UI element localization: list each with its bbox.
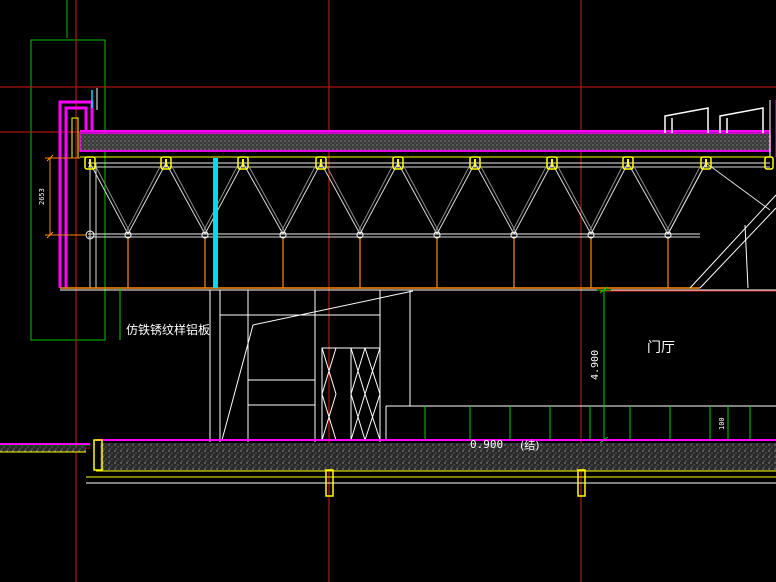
facade-elevation (209, 290, 776, 442)
parapet-post (71, 117, 79, 159)
truss-diagonal (436, 162, 476, 235)
roof-railings (664, 107, 764, 133)
truss-diagonal (282, 162, 322, 235)
truss-diagonal (397, 162, 438, 235)
truss-diagonal (124, 162, 163, 235)
truss-diagonal (631, 162, 672, 235)
truss-diagonal (356, 162, 395, 235)
truss-diagonal (242, 162, 284, 235)
room-name-label: 门厅 (647, 340, 675, 356)
floor-slab (100, 443, 776, 471)
truss-diagonal (433, 162, 472, 235)
truss-diagonal (555, 162, 595, 235)
truss-diagonal (551, 162, 592, 235)
truss-diagonal (513, 162, 553, 235)
elevation-suffix: (结) (520, 439, 540, 452)
truss-diagonal (474, 162, 515, 235)
right-slope-structure (689, 194, 776, 289)
truss-diagonal (279, 162, 318, 235)
truss-diagonal (664, 162, 703, 235)
base-dim-label: 100 (718, 417, 726, 430)
truss-diagonal (705, 162, 771, 211)
truss-diagonal (93, 162, 132, 235)
truss-diagonal (627, 162, 669, 235)
truss-diagonal (401, 162, 441, 235)
truss-diagonal (667, 162, 707, 235)
axis-lines (0, 0, 776, 582)
truss-diagonal (201, 162, 240, 235)
height-dim-label: 4.900 (590, 350, 601, 380)
truss-diagonal (169, 162, 209, 235)
truss-diagonal (204, 162, 244, 235)
truss-diagonal (590, 162, 629, 235)
cad-elevation-drawing: 2653 4.900 100 仿铁锈纹样铝板 门厅 0.900 (结) (0, 0, 776, 582)
truss-diagonal (324, 162, 364, 235)
outside-ground-hatch (0, 446, 86, 452)
roof-slab (79, 132, 771, 152)
truss-diagonal (478, 162, 518, 235)
truss-diagonal (359, 162, 399, 235)
elevation-label: 0.900 (470, 438, 503, 451)
space-truss (84, 156, 774, 288)
material-note: 仿铁锈纹样铝板 (126, 322, 210, 337)
truss-diagonal (246, 162, 287, 235)
truss-diagonal (320, 162, 361, 235)
truss-diagonal (165, 162, 206, 235)
glazing-mullions (424, 406, 751, 440)
truss-diagonal (510, 162, 549, 235)
truss-diagonal (127, 162, 167, 235)
truss-diagonal (587, 162, 625, 235)
cyan-column (213, 158, 218, 288)
truss-dim-label: 2653 (38, 188, 46, 205)
